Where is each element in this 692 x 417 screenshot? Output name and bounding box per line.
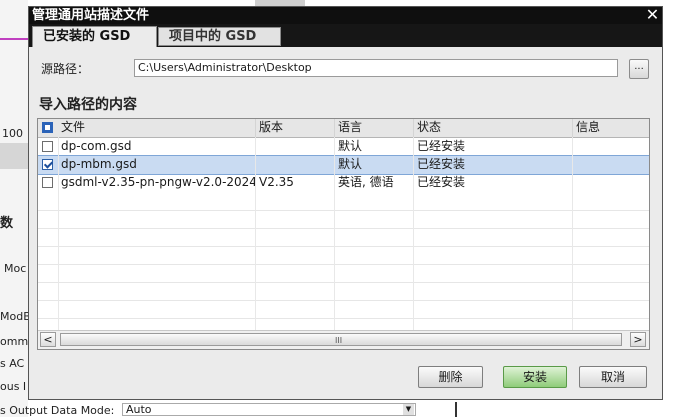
bg-fragment-ous: ous I [0,380,27,393]
cell-language: 默认 [335,156,414,174]
grid-line [38,246,649,247]
delete-button[interactable]: 删除 [418,366,483,388]
source-path-field[interactable]: C:\Users\Administrator\Desktop [134,59,618,77]
select-all-checkbox[interactable] [42,122,53,133]
cell-status: 已经安装 [414,138,573,156]
tab-installed-gsd[interactable]: 已安装的 GSD [32,26,157,47]
cancel-button[interactable]: 取消 [579,366,647,388]
cell-file: gsdml-v2.35-pn-pngw-v2.0-2024... [58,174,256,192]
table-row[interactable]: dp-com.gsd 默认 已经安装 [38,138,649,156]
scroll-right-icon[interactable]: > [630,332,646,347]
cell-info [573,174,649,192]
grid-column-line [255,137,256,331]
column-header-file[interactable]: 文件 [58,119,256,137]
grid-column-line [58,137,59,331]
table-row[interactable]: dp-mbm.gsd 默认 已经安装 [38,155,649,175]
row-checkbox[interactable] [42,141,53,152]
grid-column-line [413,137,414,331]
manage-gsd-dialog: 管理通用站描述文件 ✕ 已安装的 GSD 项目中的 GSD 源路径： C:\Us… [28,6,663,400]
cell-info [573,138,649,156]
dialog-title: 管理通用站描述文件 [32,8,150,23]
import-path-contents-heading: 导入路径的内容 [39,97,137,113]
bg-fragment-params: 数 [0,216,14,231]
row-checkbox[interactable] [42,159,53,170]
column-header-version[interactable]: 版本 [256,119,335,137]
cell-language: 英语, 德语 [335,174,414,192]
table-header: 文件 版本 语言 状态 信息 [38,119,649,138]
column-header-status[interactable]: 状态 [414,119,573,137]
column-header-info[interactable]: 信息 [573,119,649,137]
grid-line [38,264,649,265]
bg-output-mode-field[interactable]: Auto ▼ [122,403,416,416]
dropdown-arrow-icon[interactable]: ▼ [403,404,414,415]
row-checkbox[interactable] [42,177,53,188]
gsd-table: 文件 版本 语言 状态 信息 dp-com.gsd 默认 已经安装 dp-mbm… [37,118,650,350]
cell-version: V2.35 [256,174,335,192]
bg-output-mode-label: s Output Data Mode: [0,404,115,417]
tab-strip: 已安装的 GSD 项目中的 GSD [29,24,662,47]
grid-column-line [334,137,335,331]
bg-fragment-moc: Moc [4,262,27,275]
grid-column-line [572,137,573,331]
column-header-language[interactable]: 语言 [335,119,414,137]
horizontal-scrollbar[interactable]: < III > [38,330,649,349]
cell-file: dp-com.gsd [58,138,256,156]
scroll-left-icon[interactable]: < [40,332,56,347]
cell-status: 已经安装 [414,174,573,192]
cell-info [573,156,649,174]
scrollbar-grip: III [335,336,343,345]
cell-file: dp-mbm.gsd [58,156,256,174]
bg-fragment-comm: omm [0,335,29,348]
install-button[interactable]: 安装 [503,366,567,388]
background-toolbar-bar [0,143,28,169]
bg-output-mode-value: Auto [126,403,152,416]
background-underline [0,38,28,40]
bg-fragment-modb: ModB [0,310,31,323]
background-panel [0,0,28,417]
scrollbar-thumb[interactable]: III [60,333,622,346]
cell-version [256,156,335,174]
grid-line [38,318,649,319]
grid-line [38,228,649,229]
browse-button[interactable]: ... [629,59,649,79]
close-icon[interactable]: ✕ [645,7,660,24]
cell-status: 已经安装 [414,156,573,174]
bg-fragment-100: 100 [2,127,23,140]
grid-line [38,300,649,301]
bg-divider [455,402,457,417]
cell-version [256,138,335,156]
bg-fragment-ac: s AC [0,357,25,370]
source-path-label: 源路径： [41,62,90,76]
grid-line [38,282,649,283]
tab-project-gsd[interactable]: 项目中的 GSD [158,27,281,46]
dialog-titlebar[interactable]: 管理通用站描述文件 ✕ [29,7,662,24]
table-row[interactable]: gsdml-v2.35-pn-pngw-v2.0-2024... V2.35 英… [38,174,649,192]
cell-language: 默认 [335,138,414,156]
grid-line [38,210,649,211]
